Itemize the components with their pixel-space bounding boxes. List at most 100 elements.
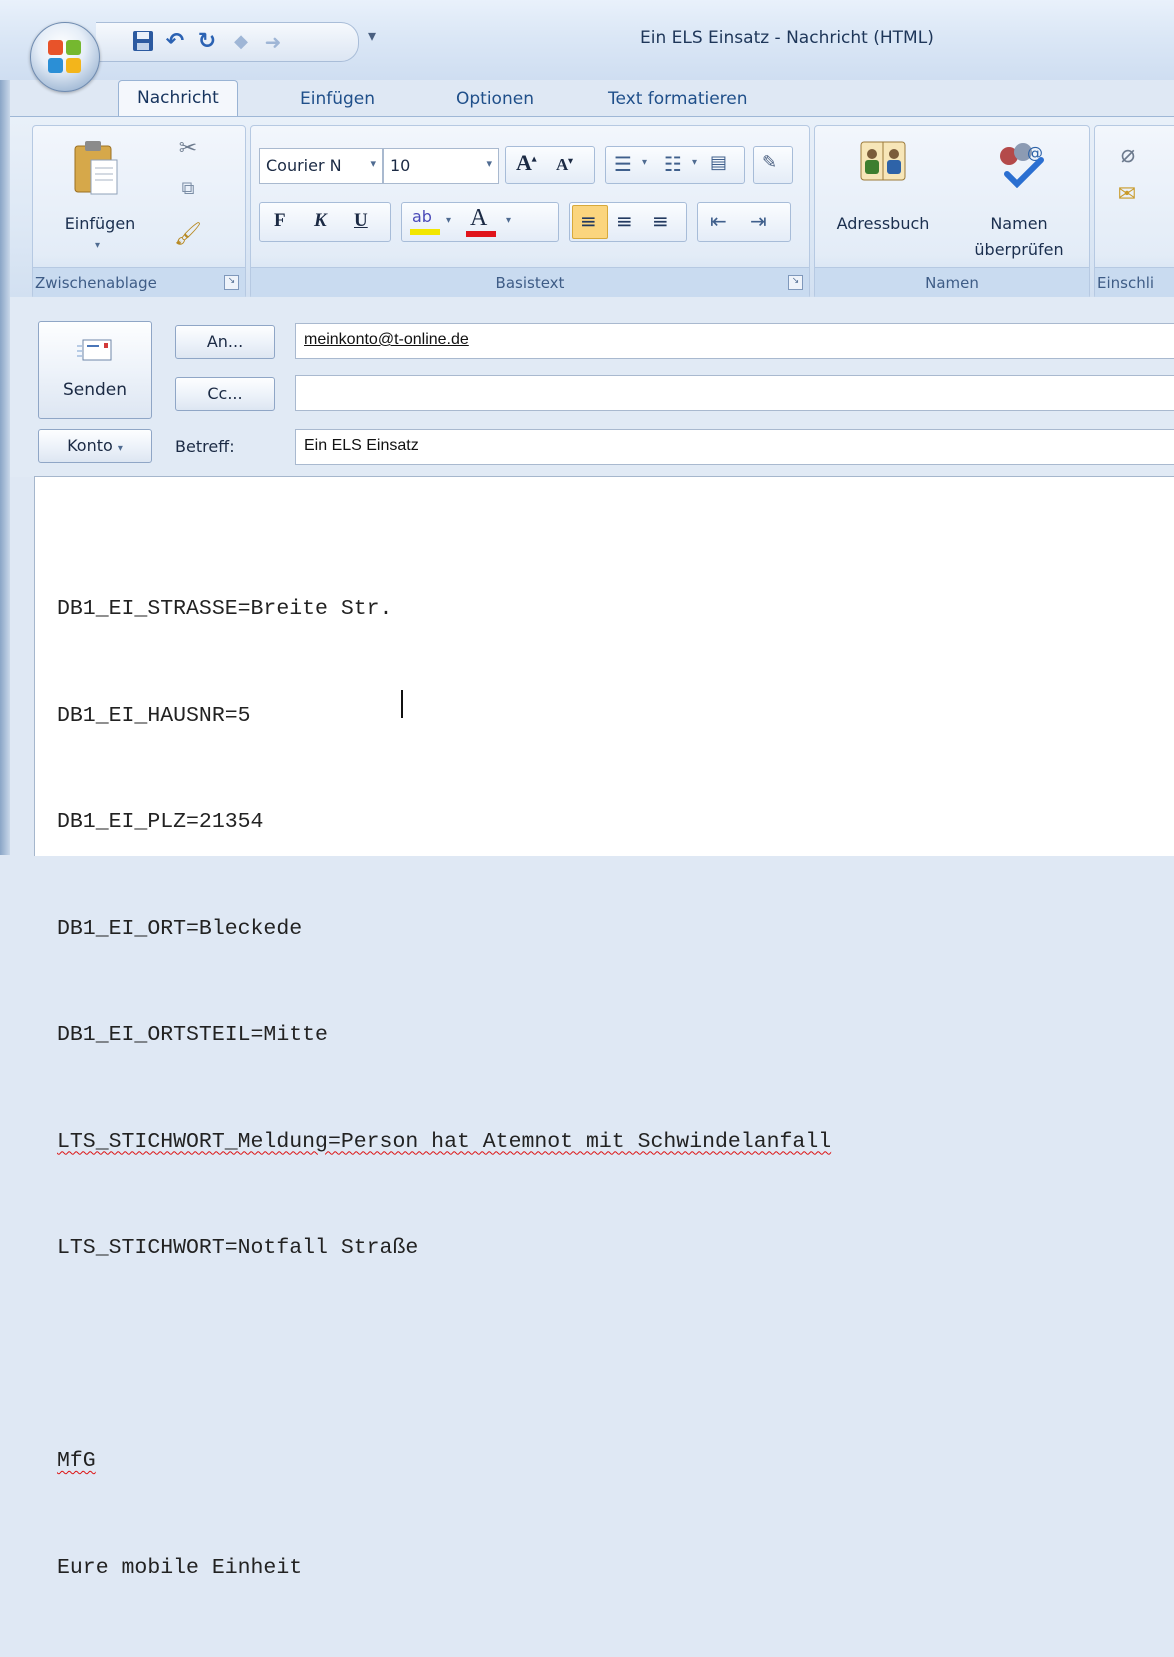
send-label: Senden bbox=[62, 380, 128, 400]
cut-icon[interactable]: ✂ bbox=[175, 136, 201, 161]
office-button[interactable] bbox=[30, 22, 100, 92]
decrease-indent-icon[interactable]: ⇤ bbox=[710, 209, 727, 233]
window-frame-left bbox=[0, 0, 10, 855]
spelling-button[interactable]: ✎ bbox=[753, 146, 793, 184]
next-item-icon[interactable]: ➜ bbox=[260, 29, 286, 55]
group-clipboard: Einfügen ▾ ✂ ⧉ 🖌 Zwischenablage ↘ bbox=[32, 125, 246, 299]
tab-optionen[interactable]: Optionen bbox=[438, 82, 552, 116]
copy-icon[interactable]: ⧉ bbox=[175, 178, 201, 199]
format-painter-icon[interactable]: 🖌 bbox=[173, 222, 203, 247]
address-book-label: Adressbuch bbox=[836, 214, 930, 233]
body-line bbox=[57, 1338, 831, 1374]
italic-button[interactable]: K bbox=[314, 210, 327, 232]
color-buttons: ab ▾ A ▾ bbox=[401, 202, 559, 242]
save-icon[interactable] bbox=[130, 29, 156, 55]
body-line: Eure mobile Einheit bbox=[57, 1555, 303, 1580]
bullets-dropdown-icon[interactable]: ▾ bbox=[642, 157, 647, 168]
attach-file-icon[interactable]: ⌀ bbox=[1113, 140, 1143, 168]
account-button[interactable]: Konto ▾ bbox=[38, 429, 152, 463]
spelling-icon: ✎ bbox=[762, 152, 778, 173]
ribbon: Einfügen ▾ ✂ ⧉ 🖌 Zwischenablage ↘ Courie… bbox=[10, 116, 1174, 299]
font-color-swatch bbox=[466, 231, 496, 237]
office-logo-icon bbox=[48, 40, 82, 74]
attach-item-icon[interactable]: ✉ bbox=[1109, 182, 1145, 207]
highlight-color-swatch bbox=[410, 229, 440, 235]
paste-label: Einfügen bbox=[64, 214, 136, 233]
font-name-dropdown-icon[interactable]: ▾ bbox=[370, 157, 376, 170]
title-bar: ↶ ↻ ◆ ➜ ▾ Ein ELS Einsatz - Nachricht (H… bbox=[0, 0, 1174, 92]
redo-icon[interactable]: ↻ bbox=[194, 29, 220, 55]
bullets-icon[interactable]: ☰ bbox=[614, 152, 632, 176]
align-right-icon[interactable]: ≡ bbox=[652, 209, 669, 233]
quick-access-toolbar: ↶ ↻ ◆ ➜ bbox=[96, 22, 359, 62]
check-names-button[interactable]: @ Namen überprüfen bbox=[957, 132, 1081, 262]
font-color-dropdown-icon[interactable]: ▾ bbox=[506, 215, 511, 226]
body-line: DB1_EI_HAUSNR=5 bbox=[57, 703, 251, 728]
bold-button[interactable]: F bbox=[274, 210, 286, 232]
shrink-font-icon[interactable]: A▾ bbox=[556, 155, 573, 175]
message-header: Senden An... Cc... Konto ▾ Betreff: mein… bbox=[10, 297, 1174, 477]
body-line: DB1_EI_PLZ=21354 bbox=[57, 810, 264, 834]
account-label: Konto bbox=[67, 436, 113, 455]
previous-item-icon[interactable]: ◆ bbox=[228, 29, 254, 55]
paste-button[interactable]: Einfügen ▾ bbox=[59, 134, 139, 254]
body-line: LTS_STICHWORT=Notfall Straße bbox=[57, 1236, 419, 1260]
subject-label: Betreff: bbox=[175, 437, 235, 456]
tab-einfuegen[interactable]: Einfügen bbox=[282, 82, 393, 116]
customize-toolbar-dropdown[interactable]: ▾ bbox=[368, 26, 376, 45]
align-center-icon[interactable]: ≡ bbox=[616, 209, 633, 233]
message-body-text: DB1_EI_STRASSE=Breite Str. DB1_EI_HAUSNR… bbox=[57, 521, 831, 1657]
group-include: ⌀ ✉ Einschli bbox=[1094, 125, 1174, 299]
body-line: DB1_EI_ORTSTEIL=Mitte bbox=[57, 1023, 328, 1047]
to-recipient[interactable]: meinkonto@t-online.de bbox=[304, 331, 469, 349]
font-color-icon[interactable]: A bbox=[470, 205, 487, 232]
highlight-dropdown-icon[interactable]: ▾ bbox=[446, 215, 451, 226]
font-size-dropdown-icon[interactable]: ▾ bbox=[486, 157, 492, 170]
list-buttons: ☰ ▾ ☷ ▾ ▤ bbox=[605, 146, 745, 184]
include-group-label: Einschli bbox=[1097, 274, 1155, 292]
body-line: DB1_EI_ORT=Bleckede bbox=[57, 916, 303, 941]
address-book-icon bbox=[859, 138, 907, 184]
font-name-combo[interactable]: Courier N ▾ bbox=[259, 148, 383, 184]
font-name-value: Courier N bbox=[266, 156, 342, 175]
indent-buttons: ⇤ ⇥ bbox=[697, 202, 791, 242]
font-grow-shrink: A▴ A▾ bbox=[505, 146, 595, 184]
font-size-combo[interactable]: 10 ▾ bbox=[383, 148, 499, 184]
check-names-icon: @ bbox=[993, 136, 1047, 189]
grow-font-icon[interactable]: A▴ bbox=[516, 150, 536, 176]
numbering-icon[interactable]: ☷ bbox=[664, 152, 682, 176]
group-basic-text: Courier N ▾ 10 ▾ A▴ A▾ ☰ ▾ ☷ ▾ ▤ ✎ F K U… bbox=[250, 125, 810, 299]
check-names-label-line2: überprüfen bbox=[974, 240, 1064, 259]
underline-button[interactable]: U bbox=[354, 210, 368, 232]
tab-nachricht[interactable]: Nachricht bbox=[118, 80, 238, 117]
group-label-names: Namen bbox=[815, 267, 1089, 298]
names-group-label: Namen bbox=[925, 274, 979, 292]
clipboard-icon bbox=[73, 138, 119, 196]
align-left-icon: ≡ bbox=[580, 209, 597, 233]
tab-text-formatieren[interactable]: Text formatieren bbox=[590, 82, 766, 116]
clipboard-group-label: Zwischenablage bbox=[35, 274, 157, 292]
address-book-button[interactable]: Adressbuch bbox=[823, 132, 943, 242]
subject-field[interactable]: Ein ELS Einsatz bbox=[295, 429, 1174, 465]
basic-text-group-label: Basistext bbox=[495, 274, 565, 292]
body-line-misspelled: LTS_STICHWORT_Meldung=Person hat Atemnot… bbox=[57, 1129, 832, 1154]
to-field[interactable]: meinkonto@t-online.de bbox=[295, 323, 1174, 359]
styles-icon[interactable]: ▤ bbox=[710, 152, 727, 173]
body-line: DB1_EI_STRASSE=Breite Str. bbox=[57, 597, 393, 621]
account-dropdown-icon: ▾ bbox=[117, 443, 123, 454]
clipboard-launcher-icon[interactable]: ↘ bbox=[224, 275, 239, 290]
window-title: Ein ELS Einsatz - Nachricht (HTML) bbox=[640, 28, 934, 48]
font-size-value: 10 bbox=[390, 156, 411, 175]
cc-button[interactable]: Cc... bbox=[175, 377, 275, 411]
cc-field[interactable] bbox=[295, 375, 1174, 411]
paste-dropdown-icon: ▾ bbox=[95, 240, 101, 251]
basic-text-launcher-icon[interactable]: ↘ bbox=[788, 275, 803, 290]
send-button[interactable]: Senden bbox=[38, 321, 152, 419]
undo-icon[interactable]: ↶ bbox=[162, 29, 188, 55]
message-body-editor[interactable]: DB1_EI_STRASSE=Breite Str. DB1_EI_HAUSNR… bbox=[34, 476, 1174, 1580]
increase-indent-icon[interactable]: ⇥ bbox=[750, 209, 767, 233]
highlight-icon[interactable]: ab bbox=[412, 207, 432, 226]
group-names: Adressbuch @ Namen überprüfen Namen bbox=[814, 125, 1090, 299]
numbering-dropdown-icon[interactable]: ▾ bbox=[692, 157, 697, 168]
to-button[interactable]: An... bbox=[175, 325, 275, 359]
